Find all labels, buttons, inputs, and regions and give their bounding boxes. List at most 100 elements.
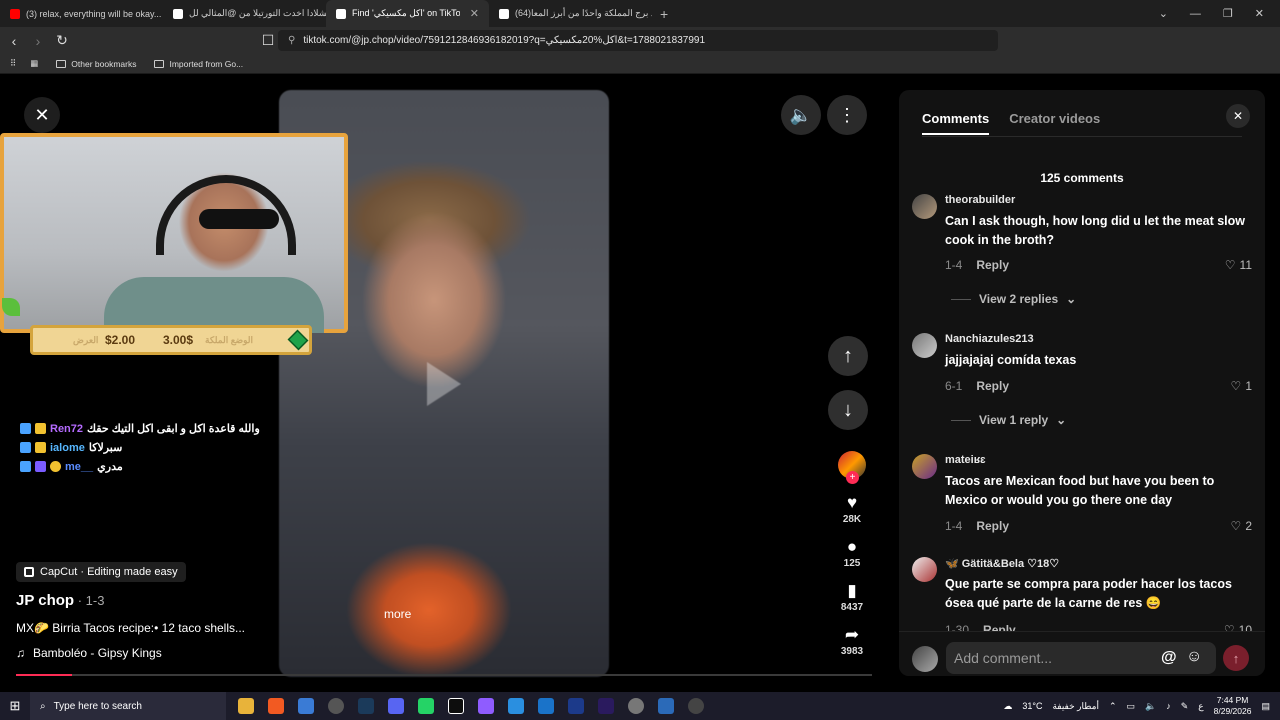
back-icon[interactable]: ‹ <box>4 33 24 49</box>
more-options-button[interactable]: ⋮ <box>827 95 867 135</box>
reply-button[interactable]: Reply <box>976 258 1009 272</box>
bookmarks-bar: ⠿ ▦ Other bookmarks Imported from Go... <box>0 54 1280 74</box>
network-icon[interactable]: ▭ <box>1127 701 1136 712</box>
search-placeholder: Type here to search <box>53 700 142 712</box>
capcut-app-icon[interactable] <box>448 698 464 714</box>
comment-likes[interactable]: ♡ 1 <box>1231 379 1252 393</box>
close-video-button[interactable]: ✕ <box>24 97 60 133</box>
bookmark-icon[interactable]: ☐ <box>258 32 278 49</box>
comment-text: Can I ask though, how long did u let the… <box>945 214 1246 247</box>
premiere-icon[interactable] <box>598 698 614 714</box>
bookmark-other[interactable]: Other bookmarks <box>56 59 136 69</box>
volume-icon[interactable]: 🔈 <box>1145 701 1156 712</box>
music-link[interactable]: ♫ Bamboléo - Gipsy Kings <box>16 646 162 660</box>
like-count: 11 <box>1239 258 1252 272</box>
mention-icon[interactable]: @ <box>1161 649 1177 667</box>
steam-icon[interactable] <box>358 698 374 714</box>
mute-button[interactable]: 🔈 <box>781 95 821 135</box>
discord-icon[interactable] <box>388 698 404 714</box>
capcut-tag[interactable]: CapCut · Editing made easy <box>16 562 186 582</box>
gamepad-icon[interactable] <box>478 698 494 714</box>
language-indicator[interactable]: ع <box>1198 701 1203 712</box>
share-action[interactable]: ➦ 3983 <box>830 625 874 657</box>
view-replies-button[interactable]: View 1 reply ⌄ <box>951 413 1066 427</box>
windows-start-icon[interactable]: ⊞ <box>0 698 30 714</box>
notifications-icon[interactable]: ▤ <box>1261 701 1270 712</box>
minimize-icon[interactable]: — <box>1190 8 1201 20</box>
chat-username: me__ <box>65 460 94 473</box>
mic-icon[interactable]: ♪ <box>1166 701 1171 711</box>
site-info-icon[interactable]: ⚲ <box>288 35 295 46</box>
comment-username[interactable]: Nanchiazules213 <box>945 333 1034 345</box>
save-action[interactable]: ▮ 8437 <box>830 581 874 613</box>
app-icon[interactable] <box>628 698 644 714</box>
send-comment-button[interactable]: ↑ <box>1223 645 1249 671</box>
clock[interactable]: 7:44 PM 8/29/2026 <box>1214 695 1252 717</box>
bookmark-icon[interactable]: ▮ <box>830 581 874 601</box>
settings-icon[interactable] <box>688 698 704 714</box>
chevron-down-icon: ⌄ <box>1066 292 1077 306</box>
app-icon[interactable] <box>658 698 674 714</box>
tab-comments[interactable]: Comments <box>922 111 990 135</box>
brave-icon[interactable] <box>268 698 284 714</box>
comment-icon[interactable]: ● <box>830 537 874 557</box>
comment-username[interactable]: mateiʁɛ <box>945 454 986 466</box>
reply-button[interactable]: Reply <box>976 379 1009 393</box>
restore-icon[interactable]: ❐ <box>1223 7 1233 20</box>
url-field[interactable]: ⚲ tiktok.com/@jp.chop/video/759121284693… <box>278 30 998 51</box>
store-icon[interactable] <box>298 698 314 714</box>
emoji-icon[interactable]: ☺ <box>1186 648 1202 666</box>
forward-icon[interactable]: › <box>28 33 48 49</box>
video-author[interactable]: JP chop · 1-3 <box>16 592 104 609</box>
previous-video-button[interactable]: ↑ <box>828 336 868 376</box>
app-icon[interactable] <box>328 698 344 714</box>
tab-bar: (3) relax, everything will be okay... (m… <box>0 0 1280 27</box>
pen-icon[interactable]: ✎ <box>1181 701 1189 712</box>
window-controls: ⌄ — ❐ ✕ <box>1159 0 1280 27</box>
like-action[interactable]: ♥ 28K <box>830 493 874 525</box>
comment-date: 1-4 <box>945 519 963 533</box>
avatar[interactable] <box>912 454 937 479</box>
grid-icon[interactable]: ▦ <box>30 58 38 69</box>
vscode-icon[interactable] <box>508 698 524 714</box>
avatar[interactable] <box>912 333 937 358</box>
comment-action[interactable]: ● 125 <box>830 537 874 569</box>
browser-tab-3[interactable]: Find 'اكل مكسيكي' on TikTok | Tik ✕ <box>326 0 489 27</box>
close-tab-icon[interactable]: ✕ <box>470 7 479 20</box>
whatsapp-icon[interactable] <box>418 698 434 714</box>
next-video-button[interactable]: ↓ <box>828 390 868 430</box>
share-icon[interactable]: ➦ <box>830 625 874 645</box>
view-replies-label: View 2 replies <box>979 292 1059 306</box>
close-window-icon[interactable]: ✕ <box>1255 7 1264 20</box>
view-replies-button[interactable]: View 2 replies ⌄ <box>951 292 1076 306</box>
avatar[interactable] <box>912 194 937 219</box>
chevron-up-icon[interactable]: ⌃ <box>1109 701 1117 712</box>
comment-username[interactable]: 🦋 Gätitä&Bela ♡18♡ <box>945 557 1059 570</box>
weather-icon[interactable]: ☁ <box>1003 701 1012 712</box>
taskbar-search[interactable]: ⌕ Type here to search <box>30 692 226 720</box>
tab-search-icon[interactable]: ⌄ <box>1159 7 1168 20</box>
reload-icon[interactable]: ↻ <box>52 32 72 49</box>
browser-tab-4[interactable]: (64)يعد برج المملكة واحدًا من أبرز المعا <box>489 0 652 27</box>
apps-icon[interactable]: ⠿ <box>10 58 16 69</box>
browser-tab-2[interactable]: انشلادا اخدت التورتيلا من @المثالي لل... <box>163 0 326 27</box>
comment-likes[interactable]: ♡ 2 <box>1231 519 1252 533</box>
avatar[interactable] <box>912 557 937 582</box>
outlook-icon[interactable] <box>538 698 554 714</box>
comment-username[interactable]: theorabuilder <box>945 194 1015 206</box>
heart-icon[interactable]: ♥ <box>830 493 874 513</box>
file-explorer-icon[interactable] <box>238 698 254 714</box>
more-link[interactable]: more <box>384 607 411 621</box>
fresco-icon[interactable] <box>568 698 584 714</box>
play-icon[interactable] <box>427 362 461 406</box>
video-progress-bar[interactable] <box>16 674 872 676</box>
new-tab-button[interactable]: + <box>660 0 668 27</box>
follow-plus-icon[interactable]: + <box>846 471 859 484</box>
browser-tab-1[interactable]: (3) relax, everything will be okay... (m <box>0 0 163 27</box>
comment-likes[interactable]: ♡ 11 <box>1225 258 1252 272</box>
bookmark-imported[interactable]: Imported from Go... <box>154 59 243 69</box>
close-comments-icon[interactable]: ✕ <box>1226 104 1250 128</box>
tab-creator-videos[interactable]: Creator videos <box>1009 111 1100 135</box>
creator-avatar[interactable]: + <box>838 451 866 484</box>
reply-button[interactable]: Reply <box>976 519 1009 533</box>
